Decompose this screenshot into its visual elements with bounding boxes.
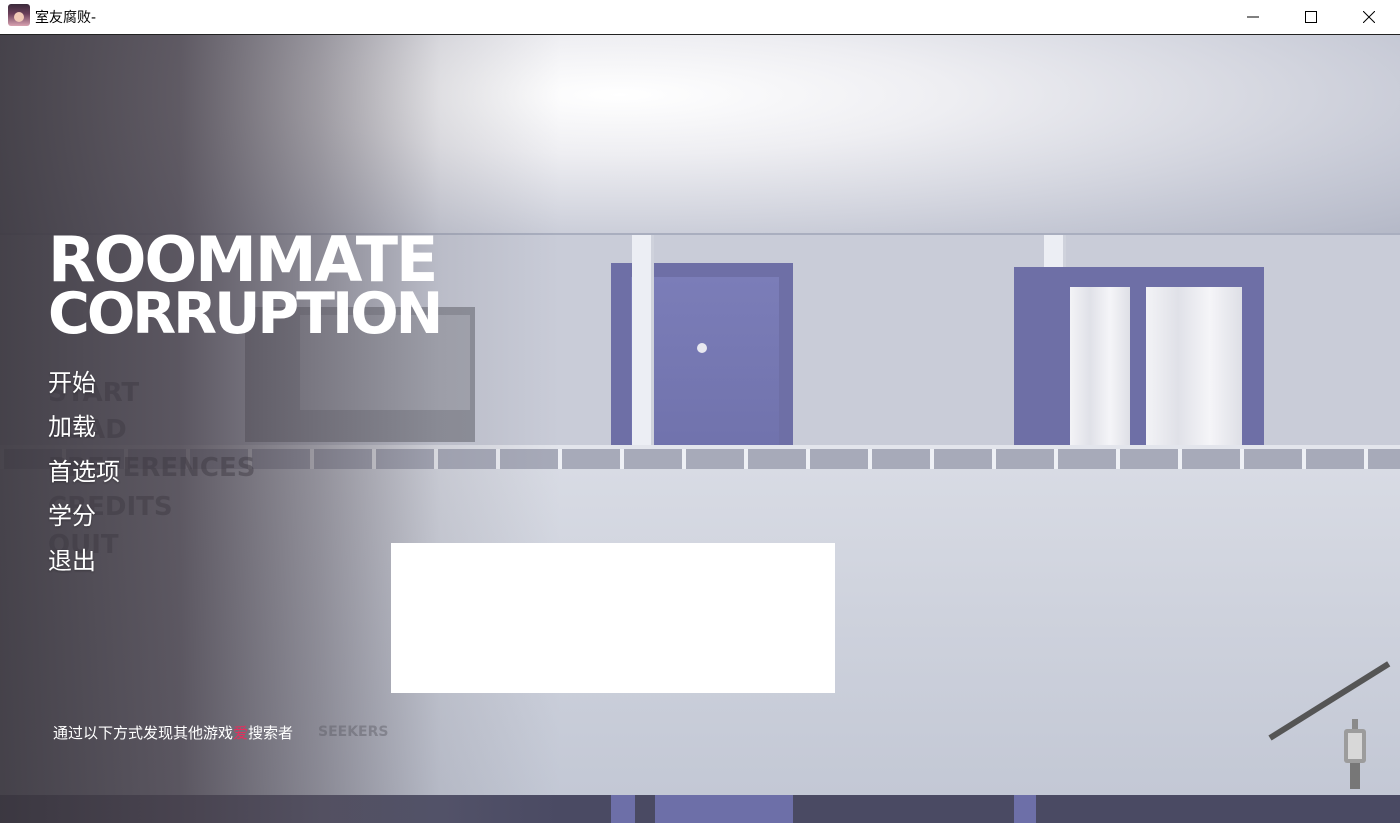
window-title: 室友腐败- (35, 10, 97, 26)
game-logo: ROOMMATE CORRUPTION (48, 229, 443, 347)
menu-start[interactable]: 开始 (48, 363, 96, 398)
close-icon (1363, 11, 1375, 23)
menu-load[interactable]: 加载 (48, 407, 96, 442)
footer-accent: 爱 (233, 724, 249, 742)
minimize-icon (1247, 16, 1259, 18)
footer-ghost-text: SEEKERS (318, 724, 389, 740)
menu-quit[interactable]: 退出 (48, 541, 96, 576)
game-screen (0, 35, 1400, 823)
blank-overlay-box (391, 543, 835, 693)
maximize-button[interactable] (1282, 0, 1340, 34)
menu-credits[interactable]: 学分 (48, 496, 96, 531)
menu-preferences[interactable]: 首选项 (48, 452, 120, 487)
window-titlebar: 室友腐败- (0, 0, 1400, 35)
app-portrait-icon (8, 4, 30, 26)
maximize-icon (1305, 11, 1317, 23)
logo-line-2: CORRUPTION (48, 281, 443, 347)
minimize-button[interactable] (1224, 0, 1282, 34)
footer-prefix: 通过以下方式发现其他游戏 (53, 724, 234, 742)
close-button[interactable] (1340, 0, 1398, 34)
discover-games-link[interactable]: 通过以下方式发现其他游戏爱搜索者 (53, 722, 293, 743)
menu-shade-overlay (0, 35, 1400, 823)
footer-suffix: 搜索者 (248, 724, 294, 742)
